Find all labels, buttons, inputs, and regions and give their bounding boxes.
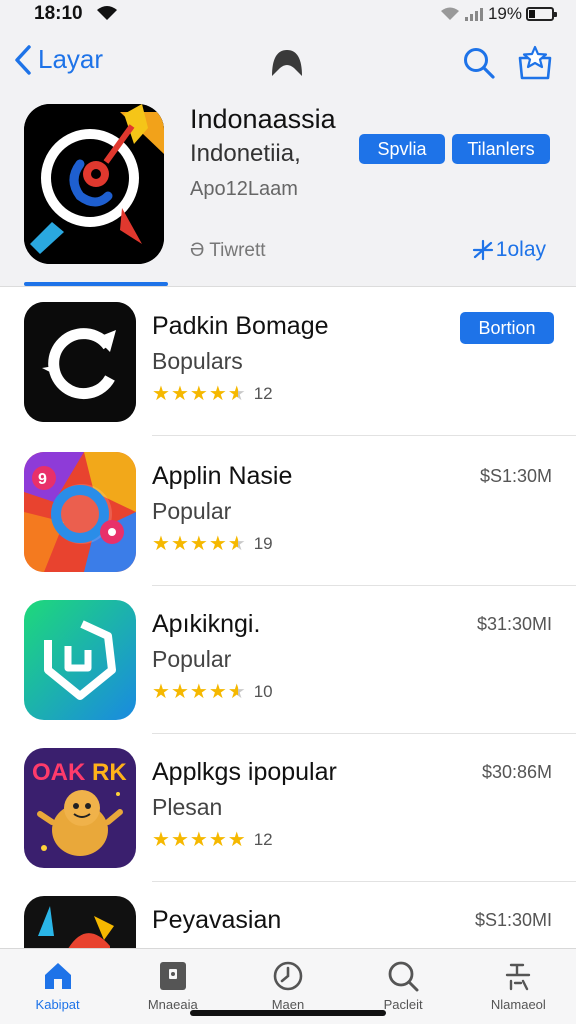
wifi-icon — [440, 7, 459, 20]
star-favorite-icon[interactable] — [516, 44, 554, 80]
app-rating: ★ ★ ★ ★ ★ 12 — [152, 830, 273, 850]
rating-count: 12 — [253, 830, 273, 849]
app-name: Applkgs ipopular — [152, 758, 337, 786]
list-item[interactable]: 9 Applin Nasie Popular ★ ★ ★ ★ ★ 19 $S1:30M — [0, 438, 576, 586]
app-name: Padkin Bomage — [152, 312, 329, 340]
applin-app-icon: 9 — [24, 452, 136, 572]
status-bar: 18:10 19% — [0, 0, 576, 28]
navigation-bar: Layar — [0, 28, 576, 100]
padkin-app-icon — [24, 302, 136, 422]
home-icon — [44, 963, 71, 989]
featured-today-link[interactable]: 1olay — [472, 238, 546, 262]
peyavasian-app-icon — [24, 896, 136, 948]
star-rating-icon: ★ ★ ★ ★ ★ — [152, 383, 246, 405]
battery-icon — [526, 7, 557, 21]
battery-percentage: 19% — [487, 4, 522, 23]
featured-tweet-label: Ə Tiwrett — [190, 240, 266, 261]
app-icon: OAK RK — [24, 748, 136, 868]
media-icon — [159, 962, 186, 990]
status-time: 18:10 — [34, 3, 83, 24]
status-right: 19% — [440, 4, 557, 24]
magnifier-app-icon — [24, 104, 164, 264]
tab-label: Nlamaeol — [490, 997, 546, 1012]
tab-label: Kabipat — [35, 997, 80, 1012]
app-icon — [24, 896, 136, 948]
app-rating: ★ ★ ★ ★ ★ 10 — [152, 682, 273, 702]
list-item[interactable]: OAK RK Applkgs ipopular Plesan ★ ★ ★ ★ ★ 12 … — [0, 734, 576, 882]
app-icon — [24, 302, 136, 422]
sparkle-icon — [472, 239, 493, 261]
signal-icon — [464, 8, 483, 21]
featured-app-header: Indonaassia Indonetiia, Apo12Laam Spvlia… — [0, 100, 576, 286]
star-rating-icon: ★ ★ ★ ★ ★ — [152, 533, 246, 555]
svg-text:OAK: OAK — [32, 759, 86, 786]
tab-today[interactable]: Kabipat — [0, 949, 115, 1024]
star-rating-icon: ★ ★ ★ ★ ★ — [152, 681, 246, 703]
back-button[interactable]: Layar — [14, 44, 103, 75]
rating-count: 12 — [253, 384, 273, 403]
clock-icon — [273, 961, 303, 991]
app-logo-icon — [272, 50, 302, 76]
updates-icon — [506, 963, 531, 991]
row-divider — [152, 435, 576, 436]
app-icon — [24, 600, 136, 720]
rating-count: 19 — [253, 534, 273, 553]
app-rating: ★ ★ ★ ★ ★ 12 — [152, 384, 273, 404]
shield-app-icon — [24, 600, 136, 720]
app-name: Peyavasian — [152, 906, 282, 934]
search-icon — [388, 961, 419, 992]
app-name: Apıkikngi. — [152, 610, 261, 638]
list-item[interactable]: Apıkikngi. Popular ★ ★ ★ ★ ★ 10 $31:30MI — [0, 586, 576, 734]
search-icon[interactable] — [462, 46, 496, 80]
app-price: $30:86M — [481, 762, 552, 782]
list-item[interactable]: Padkin Bomage Bopulars ★ ★ ★ ★ ★ 12 Bortion — [0, 288, 576, 436]
rating-count: 10 — [253, 682, 273, 701]
svg-text:9: 9 — [38, 471, 47, 488]
app-action-button[interactable]: Bortion — [460, 312, 554, 344]
featured-secondary-button[interactable]: Tilanlers — [452, 134, 550, 164]
header-divider — [0, 286, 576, 287]
app-category: Bopulars — [152, 348, 243, 374]
wifi-icon — [97, 6, 117, 20]
app-icon: 9 — [24, 452, 136, 572]
featured-meta: Apo12Laam — [190, 178, 298, 200]
app-name: Applin Nasie — [152, 462, 293, 490]
app-category: Popular — [152, 646, 232, 672]
app-rating: ★ ★ ★ ★ ★ 19 — [152, 534, 273, 554]
tab-updates[interactable]: Nlamaeol — [461, 949, 576, 1024]
app-price: $S1:30M — [479, 466, 552, 486]
app-category: Popular — [152, 498, 232, 524]
featured-title: Indonaassia — [190, 104, 336, 134]
featured-today-label: 1olay — [495, 238, 546, 261]
featured-primary-button[interactable]: Spvlia — [359, 134, 445, 164]
game-app-icon: OAK RK — [24, 748, 136, 868]
featured-subtitle: Indonetiia, — [190, 140, 301, 167]
chevron-left-icon — [15, 44, 31, 75]
app-category: Plesan — [152, 794, 223, 820]
app-price: $S1:30MI — [474, 910, 552, 930]
star-rating-icon: ★ ★ ★ ★ ★ — [152, 829, 246, 851]
home-indicator — [190, 1010, 386, 1016]
svg-text:RK: RK — [92, 759, 127, 786]
app-price: $31:30MI — [476, 614, 552, 634]
featured-app-icon[interactable] — [24, 104, 164, 264]
back-label: Layar — [38, 44, 104, 74]
list-item[interactable]: Peyavasian $S1:30MI — [0, 882, 576, 948]
